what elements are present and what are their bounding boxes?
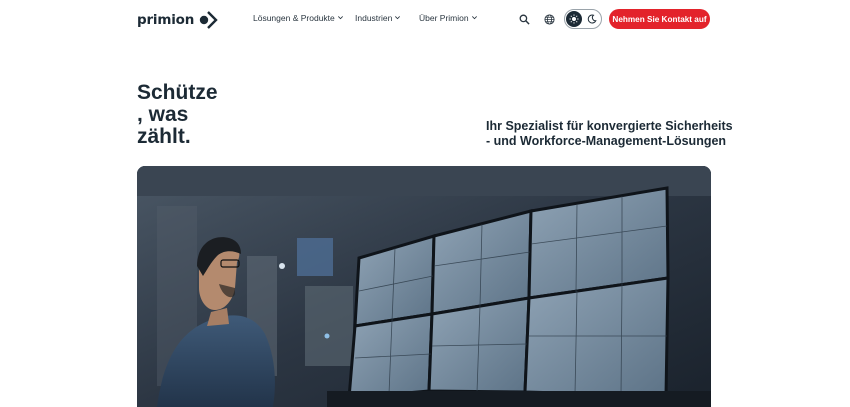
hero-subtitle: Ihr Spezialist für konvergierte Sicherhe… [486,119,733,148]
hero-title-line: zählt. [137,125,191,148]
site-header: primion Lösungen & Produkte Industrien Ü… [0,0,850,38]
hero-title-line: , was [137,103,189,126]
hero-subtitle-line: - und Workforce-Management-Lösungen [486,133,727,148]
primion-logo[interactable]: primion [137,10,218,30]
nav-item-label: Über Primion [419,13,469,23]
nav-item-loesungen-produkte[interactable]: Lösungen & Produkte [253,13,344,23]
sun-icon[interactable] [566,11,582,27]
chevron-down-icon [471,13,478,23]
hero-subtitle-line: Ihr Spezialist für konvergierte Sicherhe… [486,119,733,133]
hero-title: Schütze , was zählt. [137,82,247,148]
logo-arrow-icon [198,10,218,30]
globe-icon[interactable] [542,12,556,26]
moon-icon[interactable] [584,11,600,27]
hero-title-line: Schütze [137,81,218,104]
theme-toggle[interactable] [564,9,602,29]
hero-image [137,166,711,407]
chevron-down-icon [394,13,401,23]
contact-button[interactable]: Nehmen Sie Kontakt auf [609,9,710,29]
logo-text: primion [137,12,195,28]
nav-item-label: Lösungen & Produkte [253,13,335,23]
nav-item-industrien[interactable]: Industrien [355,13,401,23]
nav-item-label: Industrien [355,13,393,23]
nav-item-ueber-primion[interactable]: Über Primion [419,13,478,23]
chevron-down-icon [337,13,344,23]
search-icon[interactable] [517,12,531,26]
